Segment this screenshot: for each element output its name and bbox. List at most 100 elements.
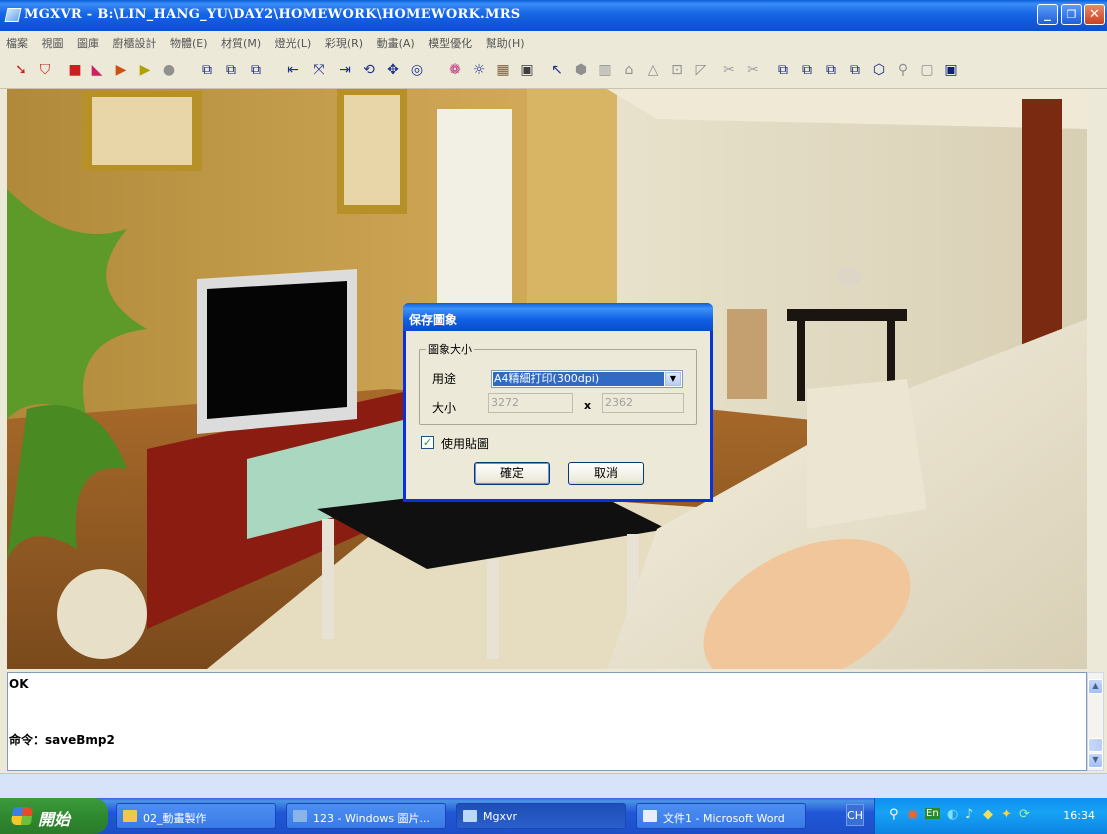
wall-icon[interactable]: ▥ (594, 59, 616, 81)
app-icon (4, 8, 22, 22)
search-icon[interactable]: ⚲ (889, 807, 899, 822)
menu-file[interactable]: 檔案 (0, 31, 32, 51)
task-mgxvr[interactable]: Mgxvr (456, 803, 626, 829)
image-size-legend: 圖象大小 (428, 343, 472, 356)
start-button[interactable]: 開始 (0, 798, 108, 834)
color-a-icon[interactable]: ◣ (86, 59, 108, 81)
view-b-icon[interactable]: ▣ (940, 59, 962, 81)
cube-e-icon[interactable]: ⬡ (868, 59, 890, 81)
move-icon[interactable]: ✥ (382, 59, 404, 81)
picture-icon (293, 810, 307, 822)
box-3-icon[interactable]: ⧉ (245, 59, 267, 81)
cube-a-icon[interactable]: ⧉ (772, 59, 794, 81)
expand-icon[interactable]: ⤧ (308, 59, 330, 81)
dialog-title[interactable]: 保存圖象 (403, 303, 713, 331)
minimize-button[interactable]: _ (1037, 4, 1058, 25)
mgxvr-icon (463, 810, 477, 822)
width-field[interactable]: 3272 (488, 393, 573, 413)
wire-icon[interactable]: ⊡ (666, 59, 688, 81)
update-icon[interactable]: ◆ (983, 807, 993, 822)
color-b-icon[interactable]: ▶ (110, 59, 132, 81)
chevron-down-icon[interactable]: ▼ (665, 372, 681, 386)
menu-bar: 檔案 視圖 圖庫 廚櫃設計 物體(E) 材質(M) 燈光(L) 彩現(R) 動畫… (0, 31, 1107, 53)
cursor-icon[interactable]: ↖ (546, 59, 568, 81)
task-image-viewer[interactable]: 123 - Windows 圖片... (286, 803, 446, 829)
use-texture-label: 使用貼圖 (441, 437, 490, 451)
sync-icon[interactable]: ⟳ (1019, 807, 1030, 822)
system-tray: ⚲ ◉ En ◐ ♪ ◆ ✦ ⟳ 16:34 (874, 798, 1107, 834)
restore-button[interactable]: ❐ (1061, 4, 1082, 25)
menu-view[interactable]: 視圖 (36, 31, 68, 51)
size-separator: x (584, 399, 592, 412)
scroll-down-icon[interactable]: ▼ (1088, 753, 1103, 768)
taskbar: 開始 02_動畫製作 123 - Windows 圖片... Mgxvr 文件1… (0, 798, 1107, 834)
task-label: 文件1 - Microsoft Word (663, 812, 785, 825)
scroll-up-icon[interactable]: ▲ (1088, 679, 1103, 694)
tool-a-icon[interactable]: ✂ (718, 59, 740, 81)
task-word[interactable]: 文件1 - Microsoft Word (636, 803, 806, 829)
menu-library[interactable]: 圖庫 (71, 31, 103, 51)
scroll-thumb[interactable] (1088, 738, 1103, 752)
cube-d-icon[interactable]: ⧉ (844, 59, 866, 81)
import-icon[interactable]: ➘ (10, 59, 32, 81)
title-bar[interactable]: MGXVR - B:\LIN_HANG_YU\DAY2\HOMEWORK\HOM… (0, 0, 1107, 31)
cube-b-icon[interactable]: ⧉ (796, 59, 818, 81)
tool-b-icon[interactable]: ✂ (742, 59, 764, 81)
box-1-icon[interactable]: ⧉ (196, 59, 218, 81)
task-label: Mgxvr (483, 810, 518, 823)
save-image-dialog: 保存圖象 圖象大小 用途 A4精細打印(300dpi) ▼ 大小 3272 x … (403, 303, 713, 502)
cube-c-icon[interactable]: ⧉ (820, 59, 842, 81)
color-c-icon[interactable]: ▶ (134, 59, 156, 81)
arrow-right-icon[interactable]: ⇥ (334, 59, 356, 81)
purpose-value: A4精細打印(300dpi) (493, 372, 664, 386)
cube-icon[interactable]: ⬢ (570, 59, 592, 81)
ok-button[interactable]: 確定 (474, 462, 550, 485)
purpose-select[interactable]: A4精細打印(300dpi) ▼ (491, 370, 683, 388)
window-title: MGXVR - B:\LIN_HANG_YU\DAY2\HOMEWORK\HOM… (24, 7, 521, 22)
command-scrollbar[interactable]: ▲ ▼ (1087, 672, 1104, 771)
stop-icon[interactable]: ■ (64, 59, 86, 81)
menu-animation[interactable]: 動畫(A) (371, 31, 419, 51)
language-indicator[interactable]: CH (846, 804, 864, 826)
folder-icon (123, 810, 137, 822)
arrow-left-icon[interactable]: ⇤ (282, 59, 304, 81)
menu-render[interactable]: 彩現(R) (319, 31, 367, 51)
sphere-icon[interactable]: ● (158, 59, 180, 81)
slope-icon[interactable]: ◸ (690, 59, 712, 81)
task-label: 02_動畫製作 (143, 812, 207, 825)
menu-material[interactable]: 材質(M) (215, 31, 265, 51)
frame-icon[interactable]: ▣ (516, 59, 538, 81)
target-icon[interactable]: ◎ (406, 59, 428, 81)
zoom-icon[interactable]: ⚲ (892, 59, 914, 81)
menu-optimize[interactable]: 模型優化 (422, 31, 476, 51)
purpose-label: 用途 (432, 372, 457, 386)
menu-cabinet[interactable]: 廚櫃設計 (107, 31, 161, 51)
task-folder[interactable]: 02_動畫製作 (116, 803, 276, 829)
view-a-icon[interactable]: ▢ (916, 59, 938, 81)
status-bar (0, 773, 1107, 798)
menu-light[interactable]: 燈光(L) (269, 31, 316, 51)
triangle-icon[interactable]: △ (642, 59, 664, 81)
filter-icon[interactable]: ⛉ (34, 59, 56, 81)
menu-help[interactable]: 幫助(H) (480, 31, 529, 51)
cancel-button[interactable]: 取消 (568, 462, 644, 485)
box-2-icon[interactable]: ⧉ (220, 59, 242, 81)
close-button[interactable]: ✕ (1084, 4, 1105, 25)
shield-icon[interactable]: ✦ (1001, 807, 1012, 822)
volume-icon[interactable]: ♪ (965, 807, 973, 822)
photo-icon[interactable]: ▦ (492, 59, 514, 81)
antivirus-icon[interactable]: ◉ (907, 807, 918, 822)
menu-object[interactable]: 物體(E) (164, 31, 212, 51)
clock: 16:34 (1063, 809, 1095, 822)
height-field[interactable]: 2362 (602, 393, 684, 413)
start-label: 開始 (38, 810, 71, 829)
light-icon[interactable]: ☼ (468, 59, 490, 81)
rotate-icon[interactable]: ⟲ (358, 59, 380, 81)
network-icon[interactable]: ◐ (947, 807, 958, 822)
command-output[interactable]: OK 命令：saveBmp2 (7, 672, 1087, 771)
toolbar: ➘ ⛉ ■ ◣ ▶ ▶ ● ⧉ ⧉ ⧉ ⇤ ⤧ ⇥ ⟲ ✥ ◎ ❁ ☼ ▦ ▣ … (0, 53, 1107, 89)
ime-icon[interactable]: En (925, 808, 940, 819)
color-wheel-icon[interactable]: ❁ (444, 59, 466, 81)
roof-icon[interactable]: ⌂ (618, 59, 640, 81)
use-texture-checkbox[interactable]: ✓ (421, 436, 434, 449)
